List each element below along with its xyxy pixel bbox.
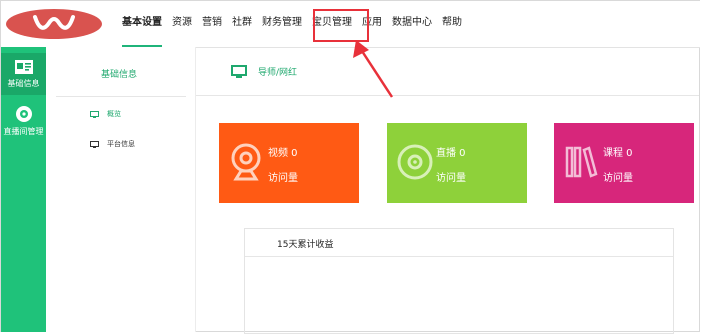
- disc-icon: [397, 144, 433, 180]
- revenue-panel-title: 15天累计收益: [277, 240, 334, 250]
- secondary-menu: 基础信息 概览 平台信息: [46, 47, 196, 332]
- books-icon: [565, 146, 598, 178]
- submenu-item-platform-info[interactable]: 平台信息: [90, 139, 135, 149]
- stat-card-title: 视频 0: [268, 148, 298, 159]
- brand-logo: [6, 9, 102, 39]
- sidebar-item-label: 直播间管理: [3, 127, 44, 136]
- content-header: 导师/网红: [196, 47, 699, 96]
- nav-basic-settings[interactable]: 基本设置: [122, 1, 162, 47]
- left-sidebar: 基础信息 直播间管理: [1, 47, 46, 332]
- annotation-highlight-box: [313, 9, 369, 42]
- top-nav: 基本设置 资源 营销 社群 财务管理 宝贝管理 应用 数据中心 帮助: [122, 1, 472, 47]
- submenu-divider: [56, 96, 186, 97]
- stat-card-subtitle: 访问量: [436, 173, 466, 184]
- webcam-icon: [231, 143, 261, 181]
- submenu-item-label: 概览: [107, 110, 121, 118]
- submenu-item-label: 平台信息: [107, 140, 135, 148]
- id-card-icon: [14, 60, 33, 74]
- stat-card-video[interactable]: 视频 0 访问量: [219, 123, 359, 203]
- submenu-item-overview[interactable]: 概览: [90, 109, 121, 119]
- submenu-title: 基础信息: [101, 70, 138, 80]
- stat-card-subtitle: 访问量: [268, 173, 298, 184]
- monitor-icon: [231, 65, 247, 78]
- monitor-icon: [90, 110, 99, 118]
- sidebar-item-live-room[interactable]: 直播间管理: [1, 101, 46, 143]
- stat-card-course[interactable]: 课程 0 访问量: [554, 123, 694, 203]
- revenue-panel: 15天累计收益: [244, 228, 674, 334]
- nav-finance[interactable]: 财务管理: [262, 1, 302, 47]
- nav-data-center[interactable]: 数据中心: [392, 1, 432, 47]
- sidebar-item-basic-info[interactable]: 基础信息: [1, 53, 46, 95]
- stat-card-title: 课程 0: [603, 148, 633, 159]
- nav-marketing[interactable]: 营销: [202, 1, 222, 47]
- nav-help[interactable]: 帮助: [442, 1, 462, 47]
- nav-community[interactable]: 社群: [232, 1, 252, 47]
- stat-card-live[interactable]: 直播 0 访问量: [387, 123, 527, 203]
- stat-card-subtitle: 访问量: [603, 173, 633, 184]
- content-tab-mentor[interactable]: 导师/网红: [258, 65, 297, 78]
- panel-divider: [245, 256, 673, 257]
- stat-card-title: 直播 0: [436, 148, 466, 159]
- sidebar-item-label: 基础信息: [7, 79, 40, 88]
- monitor-icon: [90, 140, 99, 148]
- nav-resources[interactable]: 资源: [172, 1, 192, 47]
- disc-icon: [15, 106, 32, 122]
